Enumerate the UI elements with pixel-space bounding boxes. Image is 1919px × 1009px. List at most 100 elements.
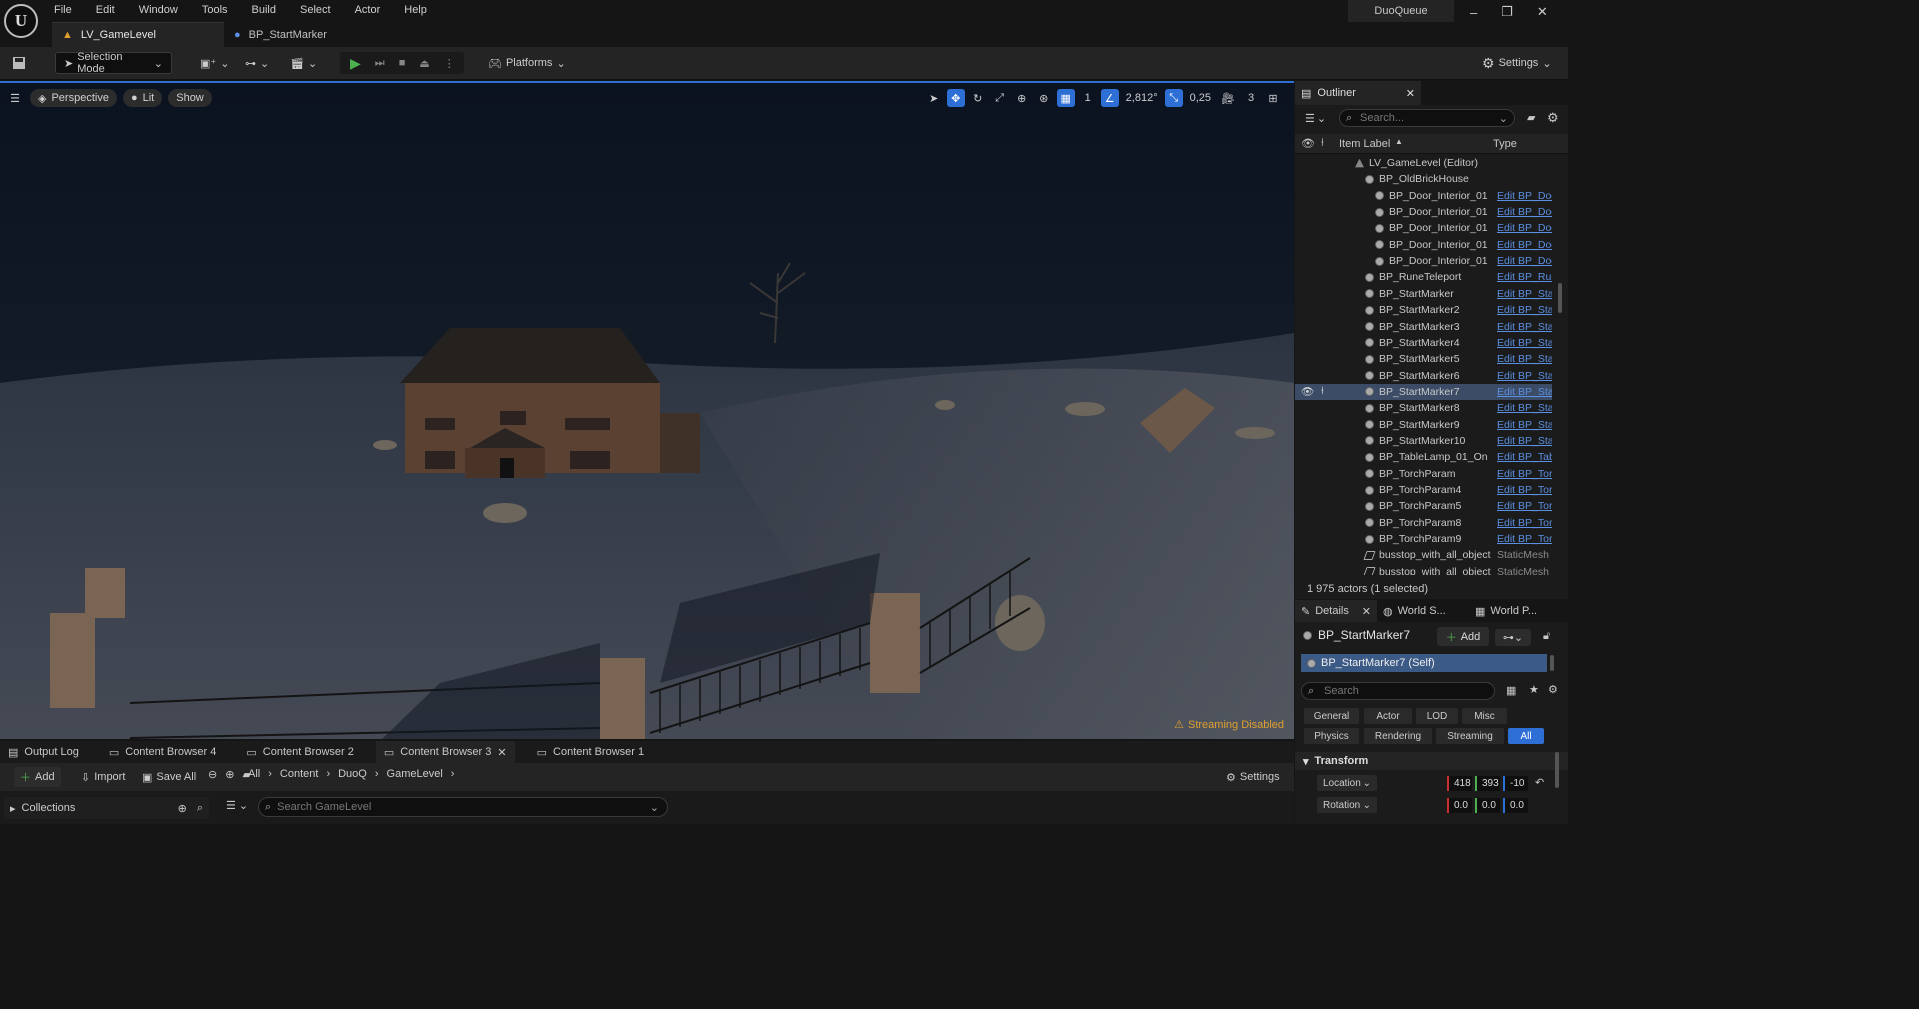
reset-icon[interactable]: ↶	[1535, 776, 1544, 789]
tab-content-browser-2[interactable]: ▭ Content Browser 2	[238, 741, 362, 763]
row-type[interactable]: Edit BP_Tor	[1497, 500, 1552, 512]
location-dropdown[interactable]: Location ⌄	[1317, 775, 1377, 791]
close-icon[interactable]: ✕	[1406, 87, 1415, 100]
add-button[interactable]: ＋ Add	[14, 767, 61, 787]
row-type[interactable]: Edit BP_Sta	[1497, 370, 1552, 382]
outliner-row[interactable]: BP_StartMarker5 Edit BP_Sta	[1295, 351, 1552, 367]
save-icon[interactable]	[12, 52, 26, 74]
tab-world-partition[interactable]: ▦ World P...	[1469, 600, 1561, 622]
tab-content-browser-1[interactable]: ▭ Content Browser 1	[529, 741, 653, 763]
row-type[interactable]: Edit BP_Doo	[1497, 239, 1552, 251]
tab-content-browser-3[interactable]: ▭ Content Browser 3 ✕	[375, 741, 515, 763]
row-type[interactable]: Edit BP_Doo	[1497, 255, 1552, 267]
menu-actor[interactable]: Actor	[355, 4, 381, 16]
import-button[interactable]: ⇩ Import	[75, 767, 131, 787]
outliner-row[interactable]: busstop_with_all_object StaticMesh	[1295, 564, 1552, 575]
rotation-z-field[interactable]: 0.0	[1503, 798, 1528, 813]
select-tool-icon[interactable]: ➤	[925, 89, 943, 107]
outliner-row[interactable]: BP_Door_Interior_01 Edit BP_Doo	[1295, 188, 1552, 204]
add-collection-icon[interactable]: ⊕	[178, 802, 187, 815]
menu-help[interactable]: Help	[404, 4, 427, 16]
menu-tools[interactable]: Tools	[202, 4, 228, 16]
menu-edit[interactable]: Edit	[96, 4, 115, 16]
camera-speed-value[interactable]: 3	[1242, 89, 1260, 107]
tab-world-settings[interactable]: ◍ World S...	[1377, 600, 1469, 622]
star-icon[interactable]: ★	[1529, 683, 1539, 696]
row-type[interactable]: Edit BP_Sta	[1497, 321, 1552, 333]
save-all-button[interactable]: ▣ Save All	[136, 767, 202, 787]
back-icon[interactable]: ⊖	[208, 768, 217, 781]
row-type[interactable]: Edit BP_Sta	[1497, 435, 1552, 447]
outliner-row[interactable]: BP_TorchParam9 Edit BP_Tor	[1295, 531, 1552, 547]
grid-size-value[interactable]: 1	[1079, 89, 1097, 107]
collections-header[interactable]: ▸ Collections ⊕ ⌕	[4, 797, 209, 819]
row-type[interactable]: Edit BP_Sta	[1497, 304, 1552, 316]
pin-icon[interactable]: ⍿	[1321, 137, 1324, 150]
row-type[interactable]: Edit BP_Doo	[1497, 222, 1552, 234]
lock-icon[interactable]: 🔓︎	[1543, 630, 1550, 643]
rotation-dropdown[interactable]: Rotation ⌄	[1317, 797, 1377, 813]
close-icon[interactable]: ✕	[1537, 4, 1548, 20]
outliner-row[interactable]: BP_StartMarker6 Edit BP_Sta	[1295, 368, 1552, 384]
location-x-field[interactable]: 418	[1447, 776, 1472, 791]
eject-icon[interactable]: ⏏	[419, 57, 429, 70]
play-icon[interactable]: ▶	[350, 55, 361, 72]
minimize-icon[interactable]: –	[1470, 5, 1477, 20]
content-search-input[interactable]: ⌕ Search GameLevel ⌄	[258, 797, 668, 817]
row-type[interactable]: Edit BP_Doo	[1497, 190, 1552, 202]
outliner-filter-button[interactable]: ☰ ⌄	[1305, 112, 1326, 125]
world-space-icon[interactable]: ⊕	[1013, 89, 1031, 107]
filter-streaming[interactable]: Streaming	[1436, 728, 1504, 744]
eye-icon[interactable]: 👁︎	[1301, 385, 1314, 398]
tab-bp-startmarker[interactable]: ● BP_StartMarker	[224, 22, 384, 47]
hamburger-menu-icon[interactable]: ☰	[6, 89, 24, 107]
show-button[interactable]: Show	[168, 89, 212, 107]
gear-icon[interactable]: ⚙	[1547, 110, 1559, 126]
filter-lod[interactable]: LOD	[1416, 708, 1458, 724]
cinematics-button[interactable]: 🎬︎ ⌄	[290, 52, 317, 74]
filter-all[interactable]: All	[1508, 728, 1544, 744]
outliner-scrollbar[interactable]	[1558, 283, 1562, 313]
outliner-row[interactable]: BP_TorchParam4 Edit BP_Tor	[1295, 482, 1552, 498]
outliner-row[interactable]: BP_StartMarker2 Edit BP_Sta	[1295, 302, 1552, 318]
outliner-row[interactable]: BP_StartMarker8 Edit BP_Sta	[1295, 400, 1552, 416]
restore-icon[interactable]: ❐	[1501, 4, 1513, 20]
forward-icon[interactable]: ⊕	[225, 768, 234, 781]
outliner-row[interactable]: BP_Door_Interior_01 Edit BP_Doo	[1295, 204, 1552, 220]
layout-icon[interactable]: ⊞	[1264, 89, 1282, 107]
outliner-row[interactable]: BP_TorchParam5 Edit BP_Tor	[1295, 498, 1552, 514]
column-item-label[interactable]: Item Label	[1339, 138, 1390, 150]
outliner-row[interactable]: BP_TorchParam8 Edit BP_Tor	[1295, 515, 1552, 531]
scale-snap-value[interactable]: 0,25	[1187, 89, 1214, 107]
outliner-row[interactable]: BP_Door_Interior_01 Edit BP_Doo	[1295, 253, 1552, 269]
surface-snap-icon[interactable]: ⊛	[1035, 89, 1053, 107]
tab-outliner[interactable]: ▤ Outliner ✕	[1295, 81, 1421, 105]
breadcrumb-duoq[interactable]: DuoQ	[338, 768, 367, 780]
outliner-row[interactable]: BP_StartMarker3 Edit BP_Sta	[1295, 319, 1552, 335]
row-type[interactable]: Edit BP_Sta	[1497, 288, 1552, 300]
translate-tool-icon[interactable]: ✥	[946, 89, 965, 107]
blueprint-options-button[interactable]: ⊶⌄	[1495, 629, 1531, 646]
outliner-row[interactable]: BP_TableLamp_01_On Edit BP_Tab	[1295, 449, 1552, 465]
search-icon[interactable]: ⌕	[197, 802, 203, 815]
filter-physics[interactable]: Physics	[1304, 728, 1359, 744]
rotation-snap-value[interactable]: 2,812°	[1123, 89, 1161, 107]
details-search-input[interactable]: ⌕ Search	[1301, 682, 1495, 700]
outliner-search-input[interactable]: ⌕ Search... ⌄	[1339, 109, 1515, 127]
outliner-row[interactable]: BP_StartMarker9 Edit BP_Sta	[1295, 417, 1552, 433]
location-z-field[interactable]: -10	[1503, 776, 1528, 791]
selection-mode-dropdown[interactable]: ➤ Selection Mode ⌄	[55, 51, 172, 75]
outliner-row[interactable]: BP_StartMarker Edit BP_Sta	[1295, 286, 1552, 302]
row-type[interactable]: Edit BP_Sta	[1497, 337, 1552, 349]
filter-actor[interactable]: Actor	[1364, 708, 1412, 724]
breadcrumb-gamelevel[interactable]: GameLevel	[387, 768, 443, 780]
outliner-row[interactable]: LV_GameLevel (Editor)	[1295, 155, 1552, 171]
row-type[interactable]: Edit BP_Tor	[1497, 468, 1552, 480]
more-options-icon[interactable]: ⋮	[444, 57, 455, 70]
outliner-row[interactable]: 👁︎ ⍿ BP_StartMarker7 Edit BP_Sta	[1295, 383, 1552, 400]
location-y-field[interactable]: 393	[1475, 776, 1500, 791]
add-component-button[interactable]: ＋ Add	[1437, 627, 1489, 646]
row-type[interactable]: Edit BP_Tab	[1497, 451, 1552, 463]
blueprint-button[interactable]: ⊶ ⌄	[245, 52, 269, 74]
outliner-row[interactable]: BP_StartMarker4 Edit BP_Sta	[1295, 335, 1552, 351]
